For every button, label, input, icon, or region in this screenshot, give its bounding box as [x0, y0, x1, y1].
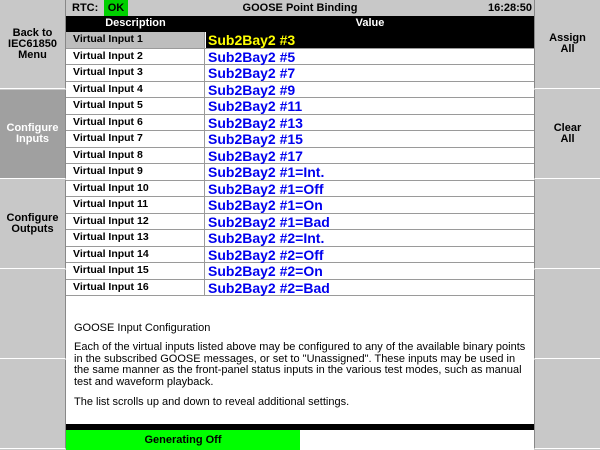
table-row[interactable]: Virtual Input 7 Sub2Bay2 #15 [66, 131, 534, 148]
row-value[interactable]: Sub2Bay2 #2=Off [206, 247, 534, 263]
rtc-status-badge: OK [104, 0, 128, 16]
help-heading: GOOSE Input Configuration [74, 322, 211, 334]
left-blank-button-5[interactable] [0, 360, 66, 449]
row-description: Virtual Input 12 [66, 213, 205, 229]
right-blank-button-5[interactable] [534, 360, 600, 449]
table-row[interactable]: Virtual Input 10 Sub2Bay2 #1=Off [66, 180, 534, 197]
table-row[interactable]: Virtual Input 2 Sub2Bay2 #5 [66, 48, 534, 65]
row-description: Virtual Input 4 [66, 81, 205, 97]
description-column-header: Description [105, 17, 166, 29]
row-value[interactable]: Sub2Bay2 #5 [206, 49, 534, 65]
table-row[interactable]: Virtual Input 1 Sub2Bay2 #3 [66, 32, 534, 49]
table-row[interactable]: Virtual Input 16 Sub2Bay2 #2=Bad [66, 279, 534, 296]
row-description: Virtual Input 3 [66, 65, 205, 81]
table-row[interactable]: Virtual Input 3 Sub2Bay2 #7 [66, 65, 534, 82]
table-row[interactable]: Virtual Input 5 Sub2Bay2 #11 [66, 98, 534, 115]
row-value[interactable]: Sub2Bay2 #2=On [206, 263, 534, 279]
row-description: Virtual Input 13 [66, 230, 205, 246]
goose-binding-table: Description Value Virtual Input 1 Sub2Bay… [66, 16, 534, 296]
row-value[interactable]: Sub2Bay2 #1=Off [206, 181, 534, 197]
left-button-column: Back to IEC61850 Menu Configure Inputs C… [0, 0, 66, 450]
clock-time: 16:28:50 [487, 2, 532, 14]
row-description: Virtual Input 10 [66, 180, 205, 196]
help-panel: GOOSE Input Configuration Each of the vi… [66, 314, 534, 424]
back-to-iec61850-menu-button[interactable]: Back to IEC61850 Menu [0, 0, 66, 89]
status-header: GOOSE Point Binding RTC: OK 16:28:50 [66, 0, 534, 16]
row-description: Virtual Input 16 [66, 279, 205, 295]
right-button-column: Assign All Clear All [534, 0, 600, 450]
rtc-label: RTC: [72, 2, 99, 14]
row-description: Virtual Input 15 [66, 263, 205, 279]
row-value[interactable]: Sub2Bay2 #2=Int. [206, 230, 534, 246]
row-value[interactable]: Sub2Bay2 #9 [206, 82, 534, 98]
row-value[interactable]: Sub2Bay2 #13 [206, 115, 534, 131]
help-paragraph: The list scrolls up and down to reveal a… [74, 396, 350, 408]
configure-outputs-button[interactable]: Configure Outputs [0, 180, 66, 269]
row-value[interactable]: Sub2Bay2 #3 [206, 32, 534, 48]
row-description: Virtual Input 5 [66, 98, 205, 114]
table-row[interactable]: Virtual Input 11 Sub2Bay2 #1=On [66, 197, 534, 214]
table-row[interactable]: Virtual Input 13 Sub2Bay2 #2=Int. [66, 230, 534, 247]
row-description: Virtual Input 6 [66, 114, 205, 130]
row-value[interactable]: Sub2Bay2 #1=Int. [206, 164, 534, 180]
row-value[interactable]: Sub2Bay2 #17 [206, 148, 534, 164]
row-value[interactable]: Sub2Bay2 #2=Bad [206, 280, 534, 296]
table-row[interactable]: Virtual Input 12 Sub2Bay2 #1=Bad [66, 213, 534, 230]
help-paragraph: Each of the virtual inputs listed above … [74, 341, 526, 388]
table-row[interactable]: Virtual Input 9 Sub2Bay2 #1=Int. [66, 164, 534, 181]
page-title: GOOSE Point Binding [242, 2, 358, 14]
row-value[interactable]: Sub2Bay2 #11 [206, 98, 534, 114]
row-value[interactable]: Sub2Bay2 #1=On [206, 197, 534, 213]
row-description: Virtual Input 7 [66, 131, 205, 147]
table-row[interactable]: Virtual Input 8 Sub2Bay2 #17 [66, 147, 534, 164]
row-value[interactable]: Sub2Bay2 #15 [206, 131, 534, 147]
table-row[interactable]: Virtual Input 14 Sub2Bay2 #2=Off [66, 246, 534, 263]
row-description: Virtual Input 2 [66, 48, 205, 64]
generating-status-badge: Generating Off [66, 430, 300, 450]
table-row[interactable]: Virtual Input 6 Sub2Bay2 #13 [66, 114, 534, 131]
row-description: Virtual Input 14 [66, 246, 205, 262]
left-blank-button-4[interactable] [0, 270, 66, 359]
row-description: Virtual Input 9 [66, 164, 205, 180]
row-value[interactable]: Sub2Bay2 #7 [206, 65, 534, 81]
row-description: Virtual Input 11 [66, 197, 205, 213]
row-description: Virtual Input 8 [66, 147, 205, 163]
right-blank-button-3[interactable] [534, 180, 600, 269]
table-row[interactable]: Virtual Input 15 Sub2Bay2 #2=On [66, 263, 534, 280]
configure-inputs-button[interactable]: Configure Inputs [0, 90, 66, 179]
row-description: Virtual Input 1 [66, 32, 205, 48]
table-header: Description Value [66, 16, 534, 32]
value-column-header: Value [355, 17, 385, 29]
assign-all-button[interactable]: Assign All [534, 0, 600, 89]
right-blank-button-4[interactable] [534, 270, 600, 359]
row-value[interactable]: Sub2Bay2 #1=Bad [206, 214, 534, 230]
clear-all-button[interactable]: Clear All [534, 90, 600, 179]
table-row[interactable]: Virtual Input 4 Sub2Bay2 #9 [66, 81, 534, 98]
